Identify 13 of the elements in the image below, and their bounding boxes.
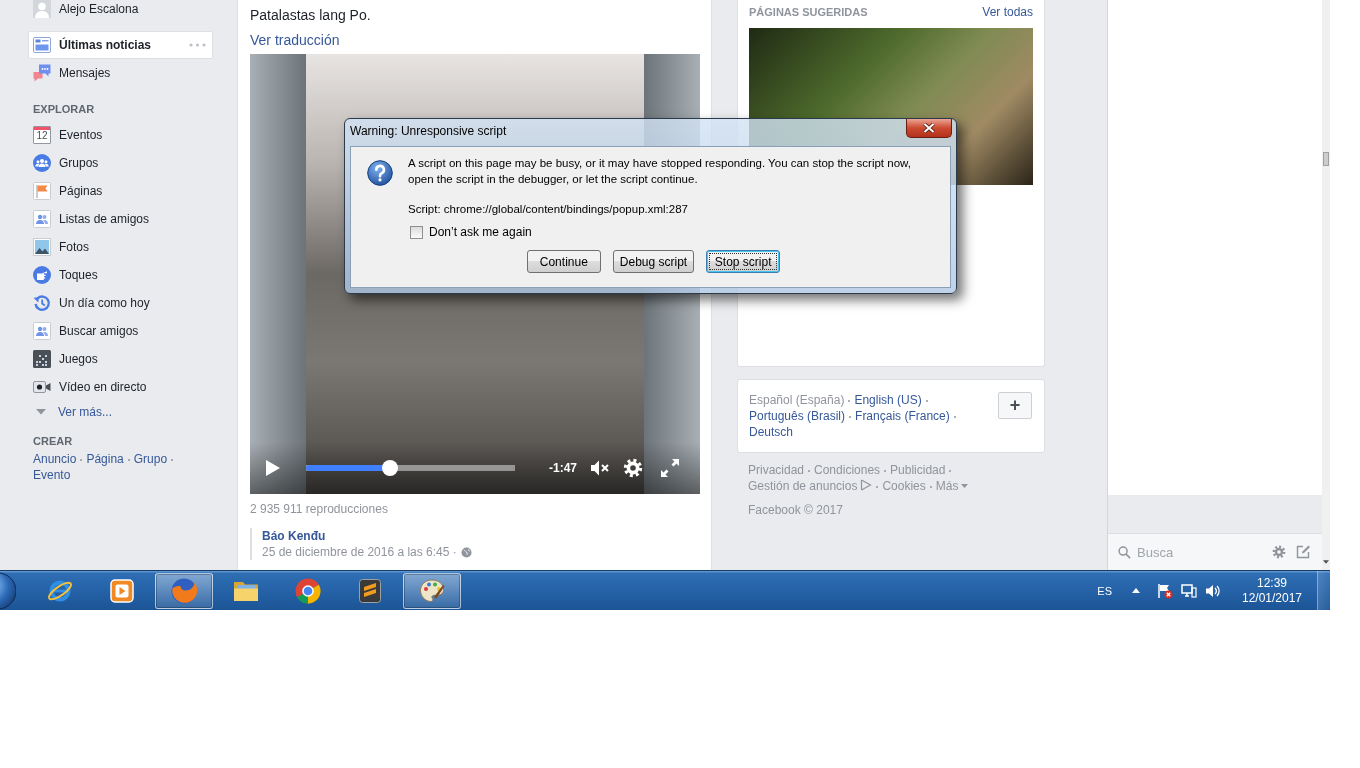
comment-date: 25 de diciembre de 2016 a las 6:45 · xyxy=(262,544,457,560)
section-heading: EXPLORAR xyxy=(33,102,96,117)
post-text: Patalastas lang Po. xyxy=(250,6,372,24)
section-heading: CREAR xyxy=(33,434,74,449)
script-path: Script: chrome://global/content/bindings/popup.xml:287 xyxy=(408,202,689,217)
dialog-message: A script on this page may be busy, or it may have stopped responding. You can stop the script now, open the script in the debugger, or let the script continue. xyxy=(408,156,912,187)
view-count: 2 935 911 reproducciones xyxy=(250,501,389,518)
calendar-date: 12 xyxy=(36,130,48,142)
current-language: Español (España) xyxy=(749,393,845,407)
copyright-text: Facebook © 2017 xyxy=(748,502,844,518)
time-remaining: -1:47 xyxy=(549,461,577,475)
section-title: PÁGINAS SUGERIDAS xyxy=(749,6,868,18)
dialog-title: Warning: Unresponsive script xyxy=(349,123,507,140)
